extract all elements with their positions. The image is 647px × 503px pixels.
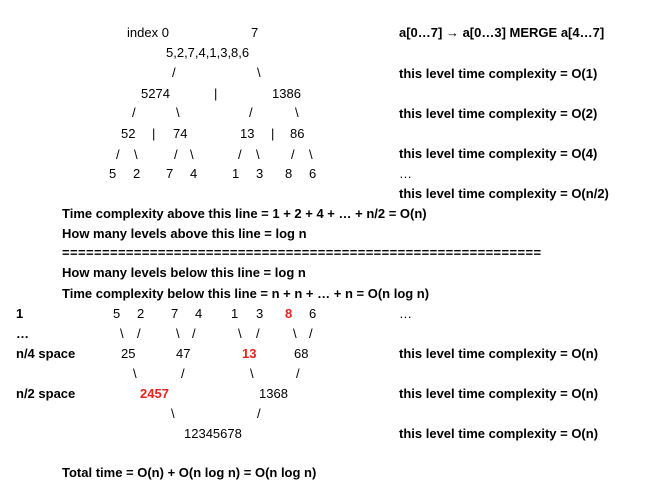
tree-leaf: 8: [285, 166, 293, 181]
merged-pair: 25: [121, 346, 136, 361]
tree-leaf: 2: [133, 166, 141, 181]
tree-edge: \: [190, 147, 194, 162]
level-complexity-note: this level time complexity = O(1): [399, 66, 598, 81]
tree-divider: |: [214, 86, 218, 101]
row-label: …: [16, 326, 29, 341]
merge-leaf: 4: [195, 306, 203, 321]
tree-leaf: 5: [109, 166, 117, 181]
tree-node: 52: [121, 126, 136, 141]
tree-leaf: 3: [256, 166, 264, 181]
ellipsis: …: [399, 306, 412, 321]
tree-edge: \: [257, 65, 261, 80]
tree-edge: /: [309, 326, 313, 341]
merged-half: 1368: [259, 386, 288, 401]
level-complexity-note: this level time complexity = O(n): [399, 346, 599, 361]
tree-leaf: 1: [232, 166, 240, 181]
tree-edge: /: [174, 147, 178, 162]
tree-edge: \: [295, 105, 299, 120]
level-complexity-note: this level time complexity = O(4): [399, 146, 598, 161]
level-complexity-note: this level time complexity = O(n): [399, 426, 599, 441]
below-level-count: How many levels below this line = log n: [62, 265, 306, 280]
tree-node: 86: [290, 126, 305, 141]
tree-edge: /: [181, 366, 185, 381]
merged-pair: 68: [294, 346, 309, 361]
tree-edge: \: [176, 105, 180, 120]
tree-edge: \: [293, 326, 297, 341]
merge-leaf: 2: [137, 306, 145, 321]
row-label: 1: [16, 306, 24, 321]
tree-edge: \: [176, 326, 180, 341]
tree-leaf: 7: [166, 166, 174, 181]
tree-edge: \: [256, 147, 260, 162]
tree-leaf: 6: [309, 166, 317, 181]
above-level-count: How many levels above this line = log n: [62, 226, 307, 241]
merged-pair: 47: [176, 346, 191, 361]
merge-leaf: 6: [309, 306, 317, 321]
tree-edge: /: [257, 406, 261, 421]
merge-leaf: 1: [231, 306, 239, 321]
tree-edge: \: [120, 326, 124, 341]
tree-edge: /: [296, 366, 300, 381]
merge-leaf: 7: [171, 306, 179, 321]
merge-leaf-highlighted: 8: [285, 306, 293, 321]
tree-root: 5,2,7,4,1,3,8,6: [166, 45, 250, 60]
tree-leaf: 4: [190, 166, 198, 181]
tree-edge: /: [172, 65, 176, 80]
fully-merged-array: 12345678: [184, 426, 242, 441]
tree-edge: \: [134, 147, 138, 162]
tree-edge: \: [309, 147, 313, 162]
index-end-label: 7: [251, 25, 259, 40]
merged-half-highlighted: 2457: [140, 386, 169, 401]
tree-edge: \: [171, 406, 175, 421]
tree-edge: /: [132, 105, 136, 120]
above-time-complexity: Time complexity above this line = 1 + 2 …: [62, 206, 427, 221]
tree-divider: |: [152, 126, 156, 141]
tree-edge: /: [249, 105, 253, 120]
tree-edge: \: [238, 326, 242, 341]
tree-node: 5274: [141, 86, 170, 101]
tree-edge: /: [291, 147, 295, 162]
below-time-complexity: Time complexity below this line = n + n …: [62, 286, 430, 301]
row-label: n/4 space: [16, 346, 76, 361]
merged-pair-highlighted: 13: [242, 346, 257, 361]
tree-edge: /: [192, 326, 196, 341]
index-start-label: index 0: [127, 25, 169, 40]
tree-edge: \: [133, 366, 137, 381]
total-time-complexity: Total time = O(n) + O(n log n) = O(n log…: [62, 465, 317, 480]
merge-description: a[0…7] → a[0…3] MERGE a[4…7]: [399, 25, 605, 40]
level-complexity-note: this level time complexity = O(2): [399, 106, 598, 121]
merge-leaf: 5: [113, 306, 121, 321]
merge-leaf: 3: [256, 306, 264, 321]
tree-edge: \: [250, 366, 254, 381]
level-complexity-note: this level time complexity = O(n/2): [399, 186, 609, 201]
tree-edge: /: [137, 326, 141, 341]
tree-node: 13: [240, 126, 255, 141]
tree-edge: /: [238, 147, 242, 162]
tree-edge: /: [256, 326, 260, 341]
ellipsis: …: [399, 166, 412, 181]
tree-node: 74: [173, 126, 188, 141]
separator-line: ========================================…: [62, 245, 542, 260]
tree-edge: /: [116, 147, 120, 162]
tree-divider: |: [271, 126, 275, 141]
tree-node: 1386: [272, 86, 301, 101]
row-label: n/2 space: [16, 386, 76, 401]
level-complexity-note: this level time complexity = O(n): [399, 386, 599, 401]
